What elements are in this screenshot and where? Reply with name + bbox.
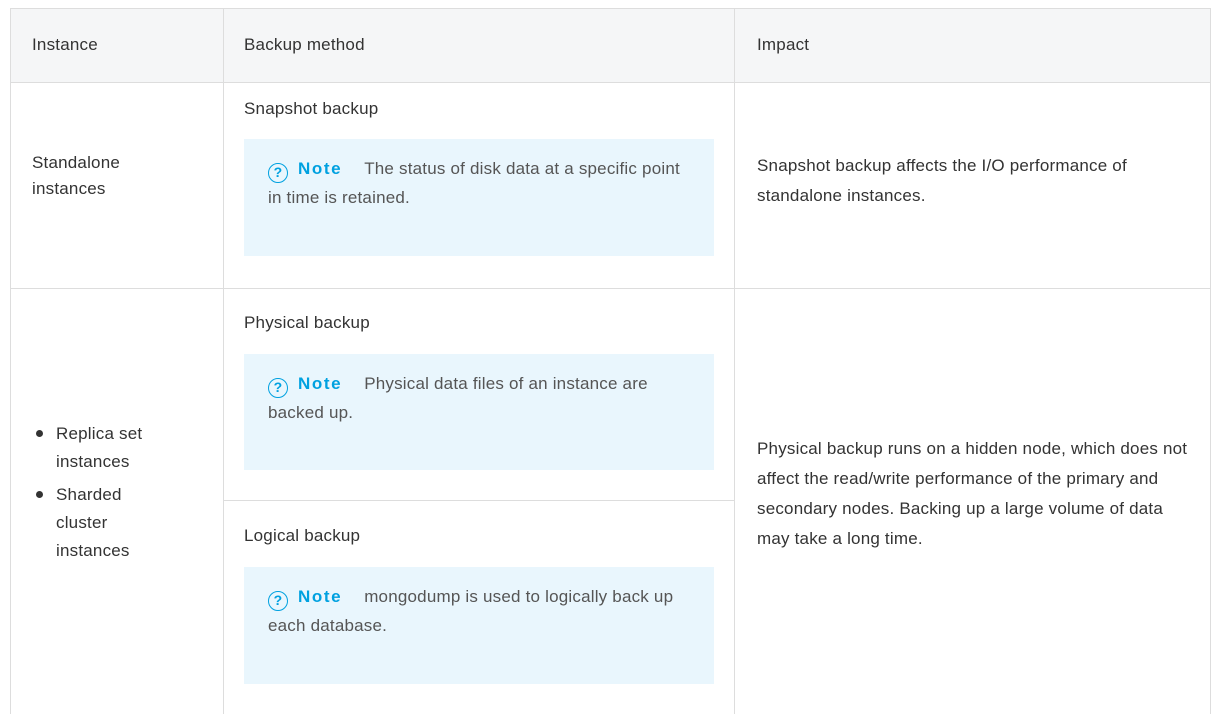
- list-item: Replica set instances: [32, 420, 166, 476]
- backup-methods-table: Instance Backup method Impact Standalone…: [10, 8, 1211, 714]
- question-circle-icon: ?: [268, 163, 288, 183]
- table-border-col1: [223, 8, 224, 714]
- table-border-method-split: [223, 500, 734, 501]
- instance-list: Replica set instances Sharded cluster in…: [32, 420, 217, 570]
- header-impact: Impact: [757, 35, 810, 54]
- table-border-col2: [734, 8, 735, 714]
- note-label: Note: [298, 587, 343, 606]
- question-circle-icon: ?: [268, 378, 288, 398]
- table-header-row: [10, 8, 1211, 82]
- note-physical: ? Note Physical data files of an instance …: [244, 354, 714, 470]
- method-logical-backup: Logical backup: [244, 526, 361, 545]
- header-backup-method: Backup method: [244, 35, 365, 54]
- table-border-left: [10, 8, 11, 714]
- note-snapshot: ? Note The status of disk data at a specif…: [244, 139, 714, 256]
- note-logical: ? Note mongodump is used to logically back…: [244, 567, 714, 684]
- method-physical-backup: Physical backup: [244, 313, 370, 332]
- header-instance: Instance: [32, 35, 98, 54]
- note-label: Note: [298, 159, 343, 178]
- instance-replica-set: Replica set instances: [56, 424, 143, 471]
- table-border-header: [10, 82, 1211, 83]
- table-border-row1: [10, 288, 1211, 289]
- instance-sharded-cluster: Sharded cluster instances: [56, 485, 130, 560]
- instance-standalone: Standalone instances: [32, 153, 121, 198]
- impact-physical: Physical backup runs on a hidden node, w…: [757, 439, 1188, 548]
- note-label: Note: [298, 374, 343, 393]
- table-border-right: [1210, 8, 1211, 714]
- method-snapshot-backup: Snapshot backup: [244, 99, 379, 118]
- list-item: Sharded cluster instances: [32, 481, 166, 565]
- impact-snapshot: Snapshot backup affects the I/O performa…: [757, 156, 1127, 205]
- instance-bullet-list: Replica set instances Sharded cluster in…: [32, 420, 217, 565]
- question-circle-icon: ?: [268, 591, 288, 611]
- table-border-top: [10, 8, 1211, 9]
